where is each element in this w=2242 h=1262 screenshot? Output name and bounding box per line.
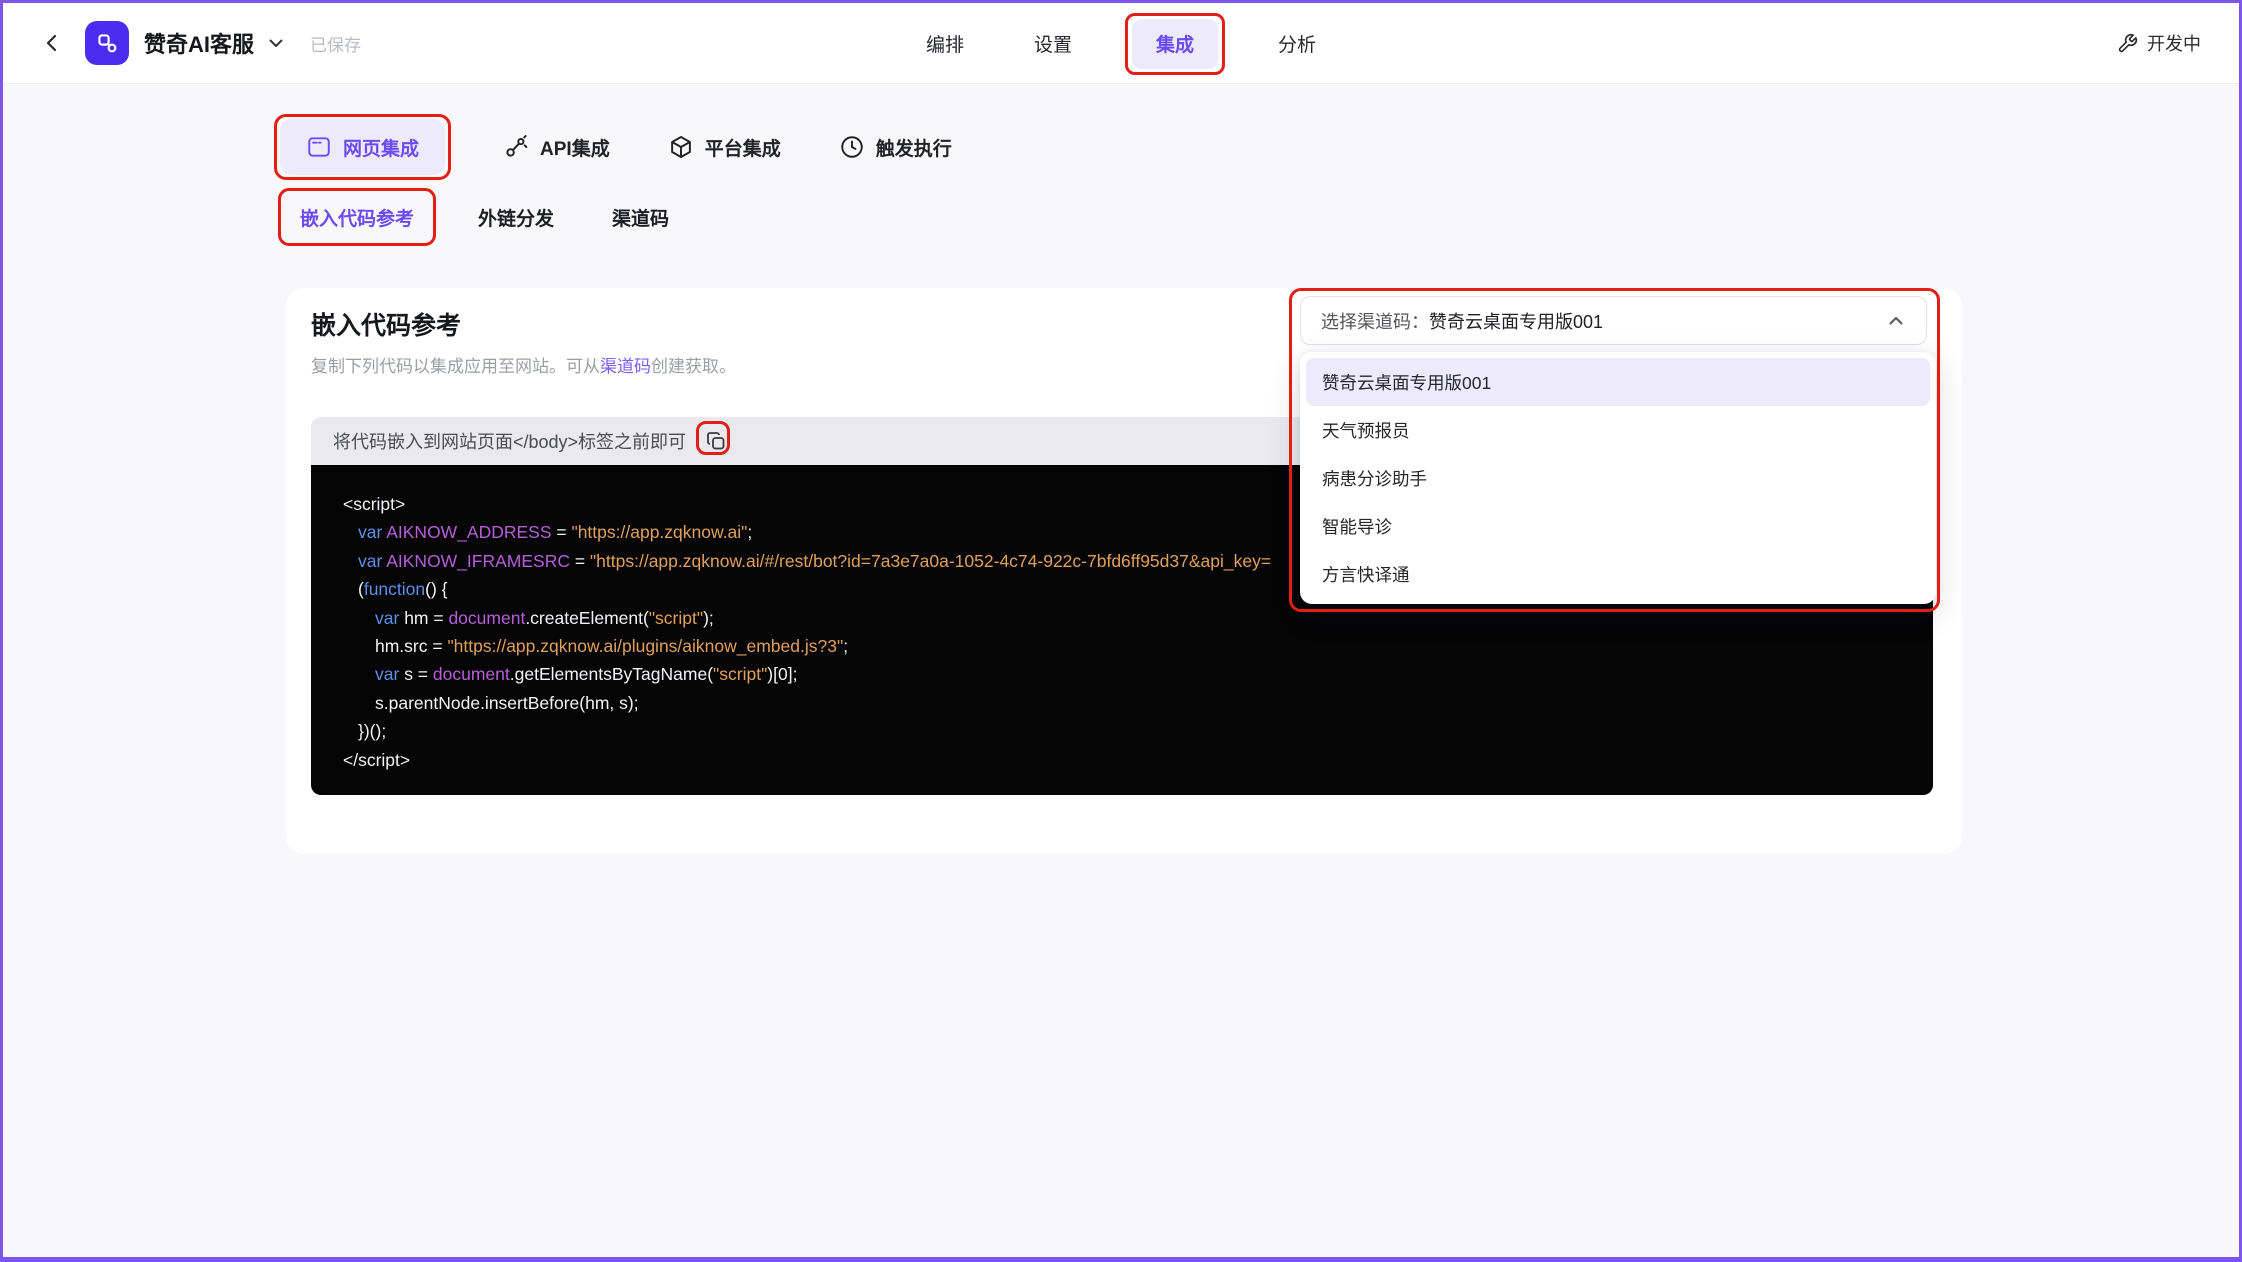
save-status: 已保存: [310, 31, 361, 56]
description-text: 创建获取。: [651, 357, 736, 376]
tab-label: API集成: [540, 134, 610, 161]
code-line: var hm = document.createElement("script"…: [375, 604, 1933, 632]
section-title: 嵌入代码参考: [311, 306, 461, 342]
tab-3[interactable]: 触发执行: [839, 119, 952, 175]
dropdown-value: 赞奇云桌面专用版001: [1429, 308, 1603, 334]
nav-item-2[interactable]: 集成: [1132, 19, 1218, 69]
top-nav: 编排设置集成分析: [916, 3, 1326, 84]
dropdown-option-1[interactable]: 天气预报员: [1306, 406, 1930, 454]
dev-status: 开发中: [2147, 30, 2201, 56]
chevron-up-icon: [1886, 311, 1906, 331]
subtab-1[interactable]: 外链分发: [464, 188, 568, 246]
nav-item-3[interactable]: 分析: [1268, 19, 1326, 69]
cube-icon: [668, 134, 694, 160]
chevron-left-icon: [41, 32, 63, 54]
dropdown-label: 选择渠道码：: [1321, 308, 1429, 334]
copy-button[interactable]: [700, 425, 732, 457]
tab-0[interactable]: 网页集成: [280, 119, 445, 175]
api-icon: [503, 134, 529, 160]
annotation-box: [1125, 13, 1225, 75]
chevron-down-icon[interactable]: [266, 33, 286, 53]
page: 赞奇AI客服 已保存 编排设置集成分析 开发中 网页集成 API集成 平台集成 触发执…: [0, 0, 2242, 1262]
browser-icon: [306, 134, 332, 160]
dropdown-option-0[interactable]: 赞奇云桌面专用版001: [1306, 358, 1930, 406]
app-title: 赞奇AI客服: [144, 27, 254, 59]
web-integration-subtabs: 嵌入代码参考外链分发渠道码: [280, 188, 683, 246]
copy-icon: [705, 430, 727, 452]
clock-icon: [839, 134, 865, 160]
code-line: </script>: [343, 746, 1933, 774]
tab-2[interactable]: 平台集成: [668, 119, 781, 175]
dropdown-option-2[interactable]: 病患分诊助手: [1306, 454, 1930, 502]
code-line: s.parentNode.insertBefore(hm, s);: [375, 689, 1933, 717]
header-left: 赞奇AI客服 已保存: [41, 21, 361, 65]
app-logo-icon: [85, 21, 129, 65]
dropdown-option-3[interactable]: 智能导诊: [1306, 502, 1930, 550]
back-button[interactable]: [41, 32, 63, 54]
section-description: 复制下列代码以集成应用至网站。可从渠道码创建获取。: [311, 352, 736, 377]
tab-label: 网页集成: [343, 134, 419, 161]
nav-item-1[interactable]: 设置: [1024, 19, 1082, 69]
subtab-2[interactable]: 渠道码: [598, 188, 683, 246]
app-header: 赞奇AI客服 已保存 编排设置集成分析 开发中: [3, 3, 2239, 84]
subtab-0[interactable]: 嵌入代码参考: [280, 188, 434, 246]
dropdown-option-4[interactable]: 方言快译通: [1306, 550, 1930, 598]
header-right: 开发中: [2117, 30, 2201, 56]
integration-tabs: 网页集成 API集成 平台集成 触发执行: [280, 118, 952, 176]
description-text: 复制下列代码以集成应用至网站。可从: [311, 357, 600, 376]
code-instruction: 将代码嵌入到网站页面</body>标签之前即可: [333, 428, 686, 454]
tab-1[interactable]: API集成: [503, 119, 610, 175]
code-line: var s = document.getElementsByTagName("s…: [375, 660, 1933, 688]
tab-label: 触发执行: [876, 134, 952, 161]
annotation-box: [278, 188, 436, 246]
channel-code-dropdown: 选择渠道码： 赞奇云桌面专用版001 赞奇云桌面专用版001天气预报员病患分诊助…: [1300, 296, 1936, 604]
code-line: })();: [358, 717, 1933, 745]
tab-label: 平台集成: [705, 134, 781, 161]
content: 网页集成API集成平台集成触发执行 嵌入代码参考外链分发渠道码 嵌入代码参考 复…: [3, 84, 2239, 1257]
channel-code-link[interactable]: 渠道码: [600, 357, 651, 376]
code-line: hm.src = "https://app.zqknow.ai/plugins/…: [375, 632, 1933, 660]
nav-item-0[interactable]: 编排: [916, 19, 974, 69]
dropdown-options: 赞奇云桌面专用版001天气预报员病患分诊助手智能导诊方言快译通: [1300, 352, 1936, 604]
channel-select[interactable]: 选择渠道码： 赞奇云桌面专用版001: [1300, 296, 1927, 345]
wrench-icon: [2117, 33, 2138, 54]
